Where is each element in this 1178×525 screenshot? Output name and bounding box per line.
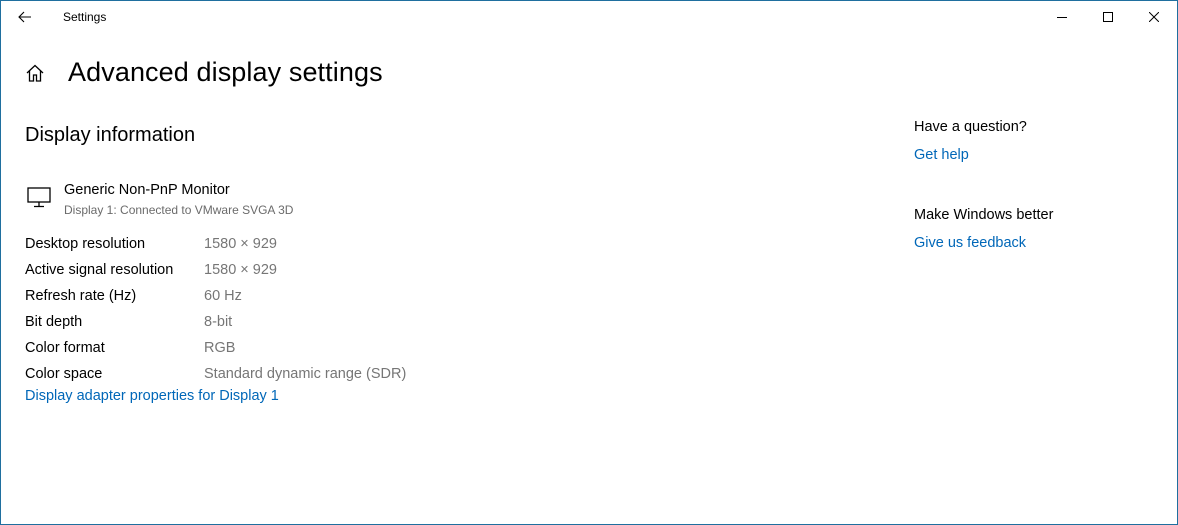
home-button[interactable]: [23, 61, 47, 85]
page-title: Advanced display settings: [68, 57, 383, 87]
info-row: Bit depth 8-bit: [25, 309, 406, 335]
info-row: Color space Standard dynamic range (SDR): [25, 361, 406, 387]
question-heading: Have a question?: [914, 119, 1027, 135]
make-windows-better-heading: Make Windows better: [914, 207, 1054, 223]
feedback-group: Make Windows better Give us feedback: [914, 207, 1053, 255]
info-label: Desktop resolution: [25, 236, 146, 252]
side-panel: Have a question? Get help Make Windows b…: [914, 119, 1053, 255]
info-row: Color format RGB: [25, 335, 406, 361]
maximize-icon: [1103, 12, 1113, 22]
title-bar: Settings: [1, 1, 1177, 33]
info-row: Desktop resolution 1580 × 929: [25, 231, 406, 257]
page-header: Advanced display settings: [23, 57, 383, 88]
monitor-block: Generic Non-PnP Monitor Display 1: Conne…: [25, 181, 293, 219]
monitor-text: Generic Non-PnP Monitor Display 1: Conne…: [64, 181, 293, 219]
info-label: Color space: [25, 366, 103, 382]
close-icon: [1149, 12, 1159, 22]
monitor-icon: [27, 187, 51, 208]
monitor-name: Generic Non-PnP Monitor: [64, 182, 230, 198]
info-value: RGB: [204, 340, 236, 356]
info-value: 1580 × 929: [204, 262, 277, 278]
monitor-subtitle: Display 1: Connected to VMware SVGA 3D: [64, 203, 294, 217]
info-value: 60 Hz: [204, 288, 242, 304]
section-title: Display information: [25, 124, 196, 146]
maximize-button[interactable]: [1085, 1, 1131, 33]
window-title: Settings: [63, 10, 107, 24]
info-value: 1580 × 929: [204, 236, 277, 252]
info-label: Refresh rate (Hz): [25, 288, 137, 304]
get-help-link[interactable]: Get help: [914, 147, 1053, 167]
display-adapter-properties-link[interactable]: Display adapter properties for Display 1: [25, 388, 279, 404]
info-label: Color format: [25, 340, 105, 356]
window-controls: [1039, 1, 1177, 33]
back-button[interactable]: [11, 4, 39, 30]
close-button[interactable]: [1131, 1, 1177, 33]
give-feedback-link[interactable]: Give us feedback: [914, 235, 1053, 255]
minimize-button[interactable]: [1039, 1, 1085, 33]
info-label: Active signal resolution: [25, 262, 174, 278]
info-value: Standard dynamic range (SDR): [204, 366, 407, 382]
minimize-icon: [1057, 17, 1067, 18]
info-row: Refresh rate (Hz) 60 Hz: [25, 283, 406, 309]
info-label: Bit depth: [25, 314, 83, 330]
display-info-table: Desktop resolution 1580 × 929 Active sig…: [25, 231, 406, 387]
back-arrow-icon: [18, 11, 31, 23]
settings-window: Settings Advanced display settings Displ…: [0, 0, 1178, 525]
home-icon: [26, 64, 44, 82]
info-row: Active signal resolution 1580 × 929: [25, 257, 406, 283]
info-value: 8-bit: [204, 314, 233, 330]
